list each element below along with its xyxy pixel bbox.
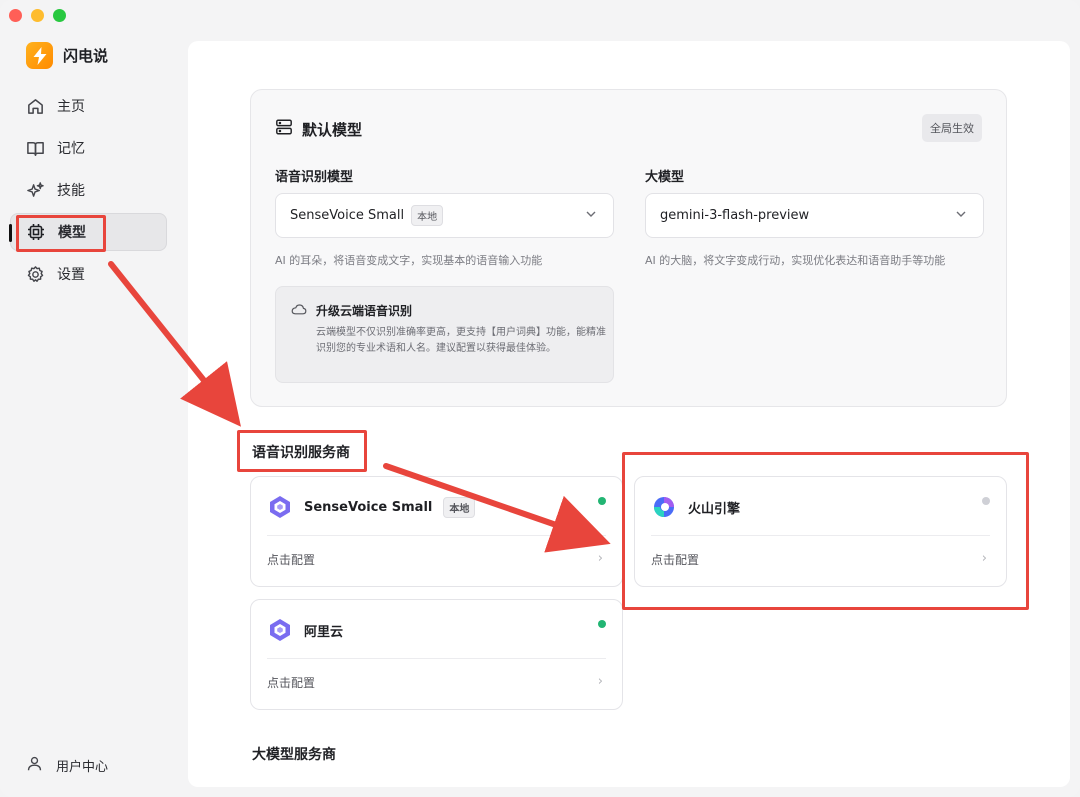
sidebar-item-label: 模型 — [58, 225, 86, 241]
asr-model-select[interactable]: SenseVoice Small 本地 — [275, 193, 614, 238]
asr-model-value: SenseVoice Small — [290, 208, 405, 223]
global-effect-badge: 全局生效 — [922, 114, 982, 142]
brand: 闪电说 — [26, 42, 108, 69]
sidebar-nav: 主页 记忆 技能 模型 设置 — [9, 87, 167, 297]
asr-providers-title: 语音识别服务商 — [252, 445, 350, 461]
upgrade-title: 升级云端语音识别 — [316, 304, 413, 318]
asr-model-label: 语音识别模型 — [275, 170, 354, 185]
local-tag: 本地 — [443, 496, 476, 518]
sidebar-item-label: 技能 — [57, 183, 85, 199]
provider-header: SenseVoice Small 本地 — [267, 494, 476, 520]
sidebar-item-memory[interactable]: 记忆 — [10, 129, 167, 167]
provider-name: SenseVoice Small — [304, 499, 433, 515]
default-model-card: 默认模型 全局生效 语音识别模型 SenseVoice Small 本地 AI … — [250, 89, 1007, 407]
llm-model-hint: AI 的大脑，将文字变成行动，实现优化表达和语音助手等功能 — [645, 254, 946, 267]
gear-icon — [25, 264, 45, 284]
llm-model-label: 大模型 — [645, 170, 685, 185]
provider-header: 阿里云 — [267, 617, 343, 643]
server-icon — [275, 118, 293, 140]
chevron-right-icon: › — [981, 551, 987, 566]
sidebar-item-skills[interactable]: 技能 — [10, 171, 167, 209]
provider-card-aliyun[interactable]: 阿里云 点击配置 › — [250, 599, 623, 710]
chip-icon — [26, 222, 46, 242]
aliyun-logo-icon — [267, 617, 293, 643]
user-center-link[interactable]: 用户中心 — [26, 755, 108, 776]
sidebar-item-label: 记忆 — [57, 141, 85, 157]
llm-model-select[interactable]: gemini-3-flash-preview — [645, 193, 984, 238]
provider-card-sensevoice[interactable]: SenseVoice Small 本地 点击配置 › — [250, 476, 623, 587]
sparkles-icon — [25, 180, 45, 200]
chevron-right-icon: › — [597, 551, 603, 566]
home-icon — [25, 96, 45, 116]
main-panel: 默认模型 全局生效 语音识别模型 SenseVoice Small 本地 AI … — [188, 41, 1070, 787]
divider — [651, 535, 990, 536]
asr-model-hint: AI 的耳朵，将语音变成文字，实现基本的语音输入功能 — [275, 254, 543, 267]
sidebar-item-settings[interactable]: 设置 — [10, 255, 167, 293]
configure-link[interactable]: 点击配置 — [651, 551, 699, 568]
configure-link[interactable]: 点击配置 — [267, 551, 315, 568]
provider-card-volcengine[interactable]: 火山引擎 点击配置 › — [634, 476, 1007, 587]
active-indicator — [9, 224, 12, 242]
configure-link[interactable]: 点击配置 — [267, 674, 315, 691]
volcengine-logo-icon — [651, 494, 677, 520]
book-icon — [25, 138, 45, 158]
sensevoice-logo-icon — [267, 494, 293, 520]
provider-name: 阿里云 — [304, 624, 344, 640]
sidebar: 闪电说 主页 记忆 技能 模型 设置 用户中心 — [0, 0, 188, 797]
sidebar-item-models[interactable]: 模型 — [9, 213, 167, 251]
app-window: 闪电说 主页 记忆 技能 模型 设置 用户中心 默认模型 全局生效 语音识别模型… — [0, 0, 1080, 797]
default-model-title: 默认模型 — [302, 120, 363, 139]
status-dot-inactive — [982, 497, 990, 505]
sidebar-item-label: 主页 — [57, 99, 85, 115]
user-center-label: 用户中心 — [56, 760, 109, 775]
cloud-icon — [291, 302, 307, 319]
sidebar-item-home[interactable]: 主页 — [10, 87, 167, 125]
local-tag: 本地 — [411, 205, 444, 226]
provider-name: 火山引擎 — [688, 501, 741, 517]
divider — [267, 535, 606, 536]
upgrade-heading: 升级云端语音识别 — [291, 302, 412, 319]
default-model-heading: 默认模型 — [275, 118, 362, 140]
status-dot-online — [598, 497, 606, 505]
app-name: 闪电说 — [63, 47, 109, 65]
upgrade-cloud-asr-banner[interactable]: 升级云端语音识别 云端模型不仅识别准确率更高，更支持【用户词典】功能，能精准识别… — [275, 286, 614, 383]
llm-providers-title: 大模型服务商 — [252, 747, 336, 763]
chevron-down-icon — [585, 208, 597, 224]
divider — [267, 658, 606, 659]
chevron-right-icon: › — [597, 674, 603, 689]
provider-header: 火山引擎 — [651, 494, 740, 520]
llm-model-value: gemini-3-flash-preview — [660, 208, 810, 223]
lightning-logo-icon — [26, 42, 53, 69]
upgrade-description: 云端模型不仅识别准确率更高，更支持【用户词典】功能，能精准识别您的专业术语和人名… — [316, 327, 606, 354]
status-dot-online — [598, 620, 606, 628]
chevron-down-icon — [955, 208, 967, 224]
user-icon — [26, 755, 43, 776]
sidebar-item-label: 设置 — [57, 267, 85, 283]
